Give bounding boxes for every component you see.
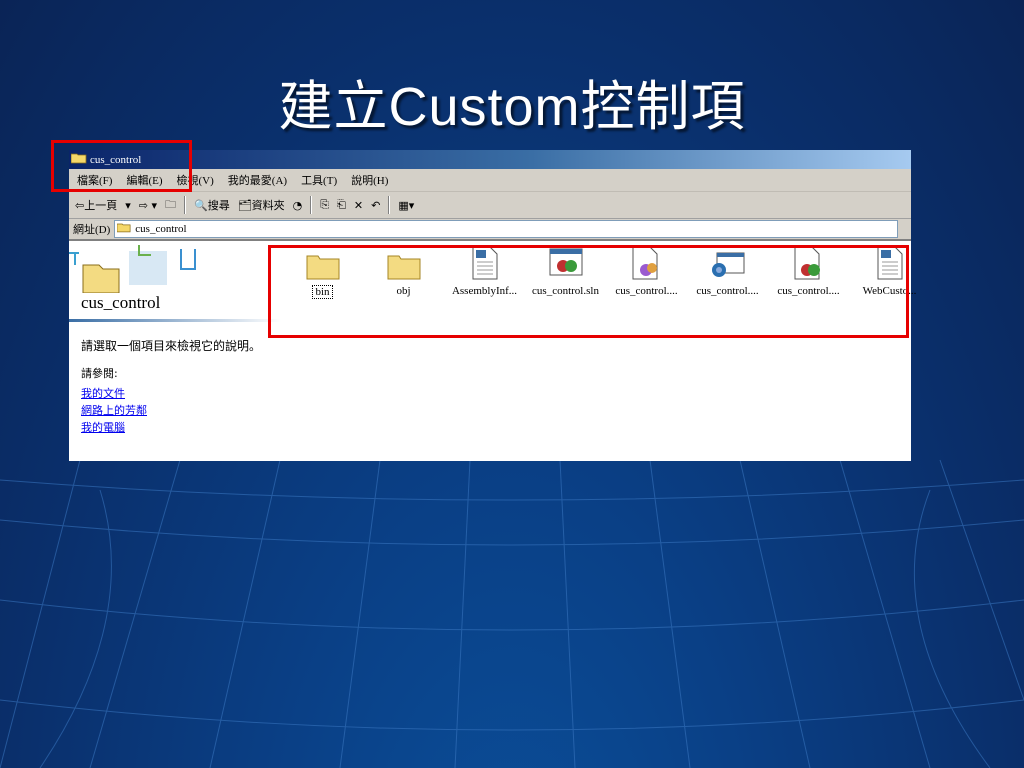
move-to-icon[interactable]: ⎘ bbox=[320, 198, 329, 212]
undo-icon[interactable]: ↶ bbox=[371, 199, 380, 212]
menu-bar: 檔案(F) 編輯(E) 檢視(V) 我的最愛(A) 工具(T) 說明(H) bbox=[69, 169, 911, 192]
menu-help[interactable]: 說明(H) bbox=[351, 172, 388, 188]
copy-to-icon[interactable]: ⎗ bbox=[337, 198, 346, 212]
address-input[interactable]: cus_control bbox=[114, 220, 899, 238]
address-value: cus_control bbox=[135, 223, 187, 235]
toolbar-separator bbox=[184, 196, 186, 214]
description-text: 請選取一個項目來檢視它的說明。 bbox=[81, 339, 262, 353]
folder-banner-icon bbox=[69, 245, 199, 296]
address-bar: 網址(D) cus_control bbox=[69, 219, 911, 241]
views-icon[interactable]: ▦▾ bbox=[398, 199, 414, 212]
title-divider bbox=[69, 319, 281, 322]
slide-title: 建立Custom控制項 bbox=[278, 77, 746, 137]
menu-tools[interactable]: 工具(T) bbox=[301, 172, 337, 188]
forward-button[interactable]: ⇨ ▾ bbox=[139, 199, 157, 212]
address-label: 網址(D) bbox=[73, 224, 111, 236]
link-network-places[interactable]: 網路上的芳鄰 bbox=[81, 402, 147, 419]
toolbar-separator bbox=[388, 196, 391, 214]
highlight-box-files bbox=[268, 245, 909, 338]
toolbar: ⇦上一頁 ▾ ⇨ ▾ 🗀 🔍搜尋 🗂資料夾 ◔ ⎘ ⎗ ✕ ↶ ▦▾ bbox=[69, 192, 911, 219]
toolbar-separator bbox=[310, 196, 313, 214]
window-titlebar[interactable]: cus_control bbox=[69, 150, 911, 169]
see-also-label: 請參閱: bbox=[81, 367, 118, 380]
up-folder-icon[interactable]: 🗀 bbox=[165, 196, 176, 215]
delete-icon[interactable]: ✕ bbox=[354, 199, 363, 212]
folders-label: 資料夾 bbox=[251, 199, 285, 212]
menu-favorites[interactable]: 我的最愛(A) bbox=[228, 172, 287, 188]
link-my-documents[interactable]: 我的文件 bbox=[81, 385, 147, 402]
back-button[interactable]: ⇦上一頁 bbox=[75, 197, 117, 213]
history-icon[interactable]: ◔ bbox=[293, 199, 303, 212]
link-my-computer[interactable]: 我的電腦 bbox=[81, 419, 147, 436]
folders-button[interactable]: 🗂資料夾 bbox=[238, 197, 285, 213]
folder-icon bbox=[116, 222, 131, 236]
folder-title: cus_control bbox=[81, 293, 161, 312]
search-label: 搜尋 bbox=[207, 199, 230, 212]
link-list: 我的文件 網路上的芳鄰 我的電腦 bbox=[81, 385, 147, 436]
web-view-pane: cus_control 請選取一個項目來檢視它的說明。 請參閱: 我的文件 網路… bbox=[69, 241, 284, 444]
highlight-box-title bbox=[51, 140, 192, 192]
back-dropdown-icon[interactable]: ▾ bbox=[125, 199, 131, 212]
search-button[interactable]: 🔍搜尋 bbox=[194, 197, 230, 213]
